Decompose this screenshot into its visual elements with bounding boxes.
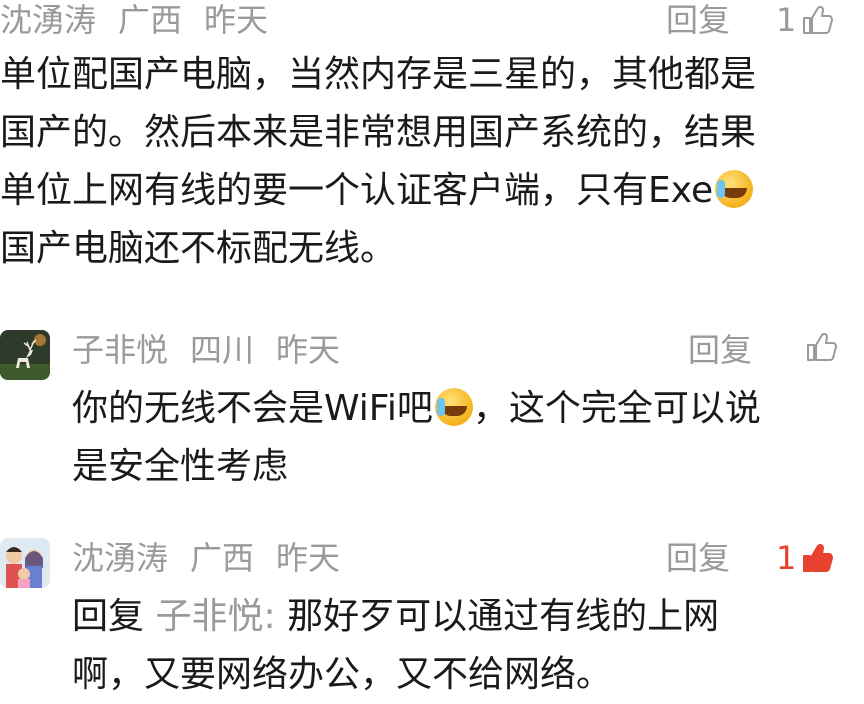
author-location: 广西 bbox=[190, 539, 255, 577]
comment-time: 昨天 bbox=[276, 331, 341, 369]
comment-line: 国产电脑还不标配无线。 bbox=[0, 228, 397, 269]
family-avatar-image bbox=[0, 538, 50, 588]
thumbs-up-icon bbox=[807, 332, 837, 361]
comment-line: ，这个完全可以说 bbox=[472, 388, 761, 429]
reply-button[interactable]: 回复 bbox=[688, 330, 752, 370]
like-button[interactable] bbox=[800, 330, 838, 364]
author-name[interactable]: 沈湧涛 bbox=[72, 539, 168, 577]
comment-line: 单位配国产电脑，当然内存是三星的，其他都是 bbox=[0, 54, 757, 95]
comment-meta: 沈湧涛 广西 昨天 bbox=[0, 0, 290, 40]
author-name[interactable]: 子非悦 bbox=[72, 331, 168, 369]
comment-line: 啊，又要网络办公，又不给网络。 bbox=[72, 654, 613, 695]
thumbs-up-icon bbox=[803, 543, 834, 572]
comment-line: 单位上网有线的要一个认证客户端，只有Exe bbox=[0, 170, 714, 211]
comment-line: 你的无线不会是WiFi吧 bbox=[72, 388, 433, 429]
author-name[interactable]: 沈湧涛 bbox=[0, 1, 96, 39]
author-location: 四川 bbox=[190, 331, 255, 369]
like-button[interactable]: 1 bbox=[776, 0, 834, 40]
comment-line: 国产的。然后本来是非常想用国产系统的，结果 bbox=[0, 112, 757, 153]
reply-mention[interactable]: 子非悦: bbox=[155, 596, 275, 637]
comment-meta: 沈湧涛 广西 昨天 bbox=[72, 538, 362, 578]
like-button[interactable]: 1 bbox=[776, 538, 834, 578]
author-location: 广西 bbox=[118, 1, 183, 39]
reply-prefix: 回复 bbox=[72, 596, 145, 637]
deer-avatar-image bbox=[0, 330, 50, 380]
comment-body: 回复 子非悦: 那好歹可以通过有线的上网 啊，又要网络办公，又不给网络。 bbox=[72, 588, 719, 704]
comment-meta: 子非悦 四川 昨天 bbox=[72, 330, 362, 370]
laughing-crying-emoji-icon bbox=[715, 170, 754, 208]
comment-time: 昨天 bbox=[204, 1, 269, 39]
like-count: 1 bbox=[776, 1, 797, 39]
reply-button[interactable]: 回复 bbox=[666, 538, 730, 578]
comment-line: 那好歹可以通过有线的上网 bbox=[287, 596, 720, 637]
comment-body: 你的无线不会是WiFi吧 ，这个完全可以说 是安全性考虑 bbox=[72, 380, 761, 496]
avatar[interactable] bbox=[0, 538, 50, 588]
comment-time: 昨天 bbox=[276, 539, 341, 577]
avatar[interactable] bbox=[0, 330, 50, 380]
like-count: 1 bbox=[776, 539, 797, 577]
laughing-crying-emoji-icon bbox=[434, 388, 473, 426]
comment-line: 是安全性考虑 bbox=[72, 446, 289, 487]
reply-button[interactable]: 回复 bbox=[666, 0, 730, 40]
thumbs-up-icon bbox=[803, 5, 834, 34]
comment-body: 单位配国产电脑，当然内存是三星的，其他都是 国产的。然后本来是非常想用国产系统的… bbox=[0, 46, 756, 278]
